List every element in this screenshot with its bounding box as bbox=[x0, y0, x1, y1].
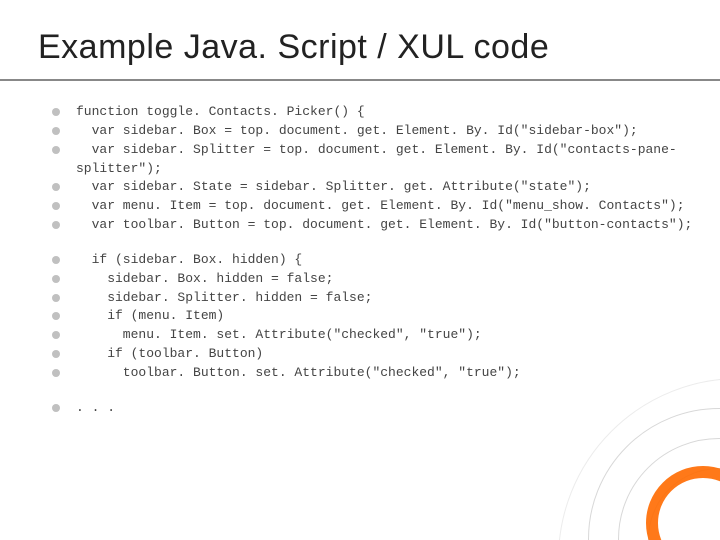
bullet-icon bbox=[52, 350, 60, 358]
code-text: if (menu. Item) bbox=[76, 307, 224, 326]
code-text: var menu. Item = top. document. get. Ele… bbox=[76, 197, 685, 216]
code-text: var sidebar. State = sidebar. Splitter. … bbox=[76, 178, 591, 197]
code-line: if (sidebar. Box. hidden) { bbox=[52, 251, 686, 270]
code-line: . . . bbox=[52, 399, 686, 418]
code-text: var toolbar. Button = top. document. get… bbox=[76, 216, 692, 235]
code-block-3: . . . bbox=[52, 399, 686, 418]
code-line: var toolbar. Button = top. document. get… bbox=[52, 216, 686, 235]
code-line: if (toolbar. Button) bbox=[52, 345, 686, 364]
bullet-icon bbox=[52, 294, 60, 302]
code-line: function toggle. Contacts. Picker() { bbox=[52, 103, 686, 122]
bullet-icon bbox=[52, 404, 60, 412]
bullet-icon bbox=[52, 331, 60, 339]
code-text: toolbar. Button. set. Attribute("checked… bbox=[76, 364, 521, 383]
bullet-icon bbox=[52, 256, 60, 264]
code-line: menu. Item. set. Attribute("checked", "t… bbox=[52, 326, 686, 345]
code-text: . . . bbox=[76, 399, 115, 418]
bullet-icon bbox=[52, 183, 60, 191]
code-text: function toggle. Contacts. Picker() { bbox=[76, 103, 365, 122]
code-text: var sidebar. Splitter = top. document. g… bbox=[76, 141, 686, 179]
code-line: toolbar. Button. set. Attribute("checked… bbox=[52, 364, 686, 383]
code-line: sidebar. Splitter. hidden = false; bbox=[52, 289, 686, 308]
bullet-icon bbox=[52, 202, 60, 210]
ring-icon bbox=[588, 408, 720, 540]
code-line: var sidebar. Splitter = top. document. g… bbox=[52, 141, 686, 179]
bullet-icon bbox=[52, 146, 60, 154]
ring-icon bbox=[648, 468, 720, 540]
bullet-icon bbox=[52, 369, 60, 377]
code-line: var sidebar. Box = top. document. get. E… bbox=[52, 122, 686, 141]
ring-accent-icon bbox=[646, 466, 720, 540]
ring-icon bbox=[618, 438, 720, 540]
bullet-icon bbox=[52, 221, 60, 229]
slide: Example Java. Script / XUL code function… bbox=[0, 0, 720, 540]
code-text: sidebar. Box. hidden = false; bbox=[76, 270, 333, 289]
code-line: if (menu. Item) bbox=[52, 307, 686, 326]
bullet-icon bbox=[52, 108, 60, 116]
code-text: menu. Item. set. Attribute("checked", "t… bbox=[76, 326, 482, 345]
code-block-1: function toggle. Contacts. Picker() { va… bbox=[52, 103, 686, 235]
code-line: var sidebar. State = sidebar. Splitter. … bbox=[52, 178, 686, 197]
code-text: sidebar. Splitter. hidden = false; bbox=[76, 289, 372, 308]
code-block-2: if (sidebar. Box. hidden) { sidebar. Box… bbox=[52, 251, 686, 383]
code-content: function toggle. Contacts. Picker() { va… bbox=[0, 81, 720, 418]
bullet-icon bbox=[52, 312, 60, 320]
code-line: var menu. Item = top. document. get. Ele… bbox=[52, 197, 686, 216]
bullet-icon bbox=[52, 127, 60, 135]
code-text: var sidebar. Box = top. document. get. E… bbox=[76, 122, 638, 141]
code-text: if (toolbar. Button) bbox=[76, 345, 263, 364]
bullet-icon bbox=[52, 275, 60, 283]
code-line: sidebar. Box. hidden = false; bbox=[52, 270, 686, 289]
code-text: if (sidebar. Box. hidden) { bbox=[76, 251, 302, 270]
slide-title: Example Java. Script / XUL code bbox=[0, 0, 720, 75]
